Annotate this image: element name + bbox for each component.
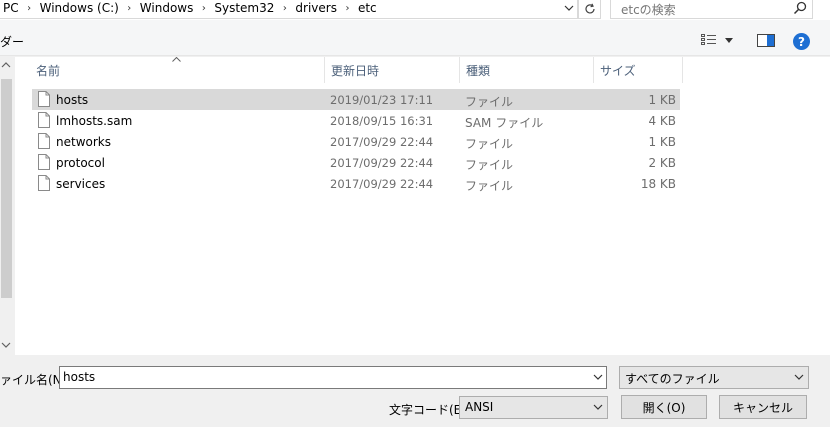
file-size: 1 KB — [648, 93, 676, 107]
column-header-name[interactable]: 名前 — [30, 57, 324, 83]
file-type: ファイル — [465, 137, 514, 151]
details-view-icon — [701, 34, 716, 45]
nav-pane-scrollbar[interactable] — [0, 57, 13, 355]
file-size: 4 KB — [648, 114, 676, 128]
help-icon[interactable]: ? — [793, 33, 810, 50]
file-type-filter-select[interactable]: すべてのファイル — [619, 366, 809, 389]
crumb-system32[interactable]: System32 — [214, 1, 274, 15]
chevron-down-icon[interactable] — [592, 371, 604, 383]
filename-input[interactable]: hosts — [59, 366, 607, 389]
chevron-down-icon — [593, 404, 603, 410]
file-name: services — [56, 177, 106, 191]
chevron-right-icon[interactable]: › — [274, 3, 295, 14]
refresh-icon — [584, 3, 595, 13]
file-date: 2019/01/23 17:11 — [330, 93, 434, 107]
file-date: 2017/09/29 22:44 — [330, 135, 434, 149]
refresh-button[interactable] — [578, 0, 601, 19]
file-type-filter-value: すべてのファイル — [625, 372, 720, 386]
search-icon[interactable] — [793, 1, 807, 15]
file-icon — [38, 133, 50, 149]
crumb-windows-c[interactable]: Windows (C:) — [40, 1, 119, 15]
file-date: 2017/09/29 22:44 — [330, 156, 434, 170]
file-type: SAM ファイル — [465, 116, 544, 130]
file-icon — [38, 154, 50, 170]
file-list: 名前 更新日時 種類 サイズ hosts 2019/01/23 17:11 ファ… — [15, 56, 830, 355]
caret-down-icon — [725, 37, 733, 43]
breadcrumb: PC › Windows (C:) › Windows › System32 ›… — [3, 1, 377, 15]
open-button[interactable]: 開く(O) — [621, 395, 707, 419]
cancel-button[interactable]: キャンセル — [719, 395, 807, 419]
column-header-size[interactable]: サイズ — [594, 57, 682, 83]
file-type: ファイル — [465, 95, 514, 109]
scroll-down-icon[interactable] — [1, 341, 11, 351]
file-name: networks — [56, 135, 111, 149]
file-row-lmhosts[interactable]: lmhosts.sam 2018/09/15 16:31 SAM ファイル 4 … — [32, 110, 680, 131]
scroll-up-icon[interactable] — [1, 61, 11, 71]
crumb-etc[interactable]: etc — [358, 1, 377, 15]
dialog-footer: ァイル名(N): hosts すべてのファイル 文字コード(E): ANSI 開… — [0, 355, 830, 427]
file-name: protocol — [56, 156, 105, 170]
file-row-protocol[interactable]: protocol 2017/09/29 22:44 ファイル 2 KB — [32, 152, 680, 173]
file-row-services[interactable]: services 2017/09/29 22:44 ファイル 18 KB — [32, 173, 680, 194]
file-date: 2018/09/15 16:31 — [330, 114, 434, 128]
change-view-button[interactable] — [701, 33, 739, 47]
search-input[interactable]: etcの検索 — [610, 0, 813, 19]
scrollbar-thumb[interactable] — [1, 79, 12, 298]
file-row-networks[interactable]: networks 2017/09/29 22:44 ファイル 1 KB — [32, 131, 680, 152]
chevron-right-icon[interactable]: › — [193, 3, 214, 14]
file-icon — [38, 175, 50, 191]
chevron-right-icon[interactable]: › — [337, 3, 358, 14]
new-folder-button[interactable]: ダー — [0, 33, 24, 50]
file-size: 1 KB — [648, 135, 676, 149]
file-date: 2017/09/29 22:44 — [330, 177, 434, 191]
chevron-right-icon[interactable]: › — [119, 3, 140, 14]
filename-value: hosts — [63, 370, 96, 384]
file-name: lmhosts.sam — [56, 114, 133, 128]
file-name: hosts — [56, 93, 89, 107]
column-divider[interactable] — [682, 57, 683, 83]
address-dropdown-icon[interactable] — [560, 0, 577, 17]
column-header-date[interactable]: 更新日時 — [325, 57, 459, 83]
search-placeholder: etcの検索 — [621, 3, 676, 17]
address-row: PC › Windows (C:) › Windows › System32 ›… — [0, 0, 830, 20]
encoding-label: 文字コード(E): — [389, 403, 470, 417]
file-size: 2 KB — [648, 156, 676, 170]
file-icon — [38, 91, 50, 107]
crumb-windows[interactable]: Windows — [140, 1, 194, 15]
address-bar[interactable]: PC › Windows (C:) › Windows › System32 ›… — [0, 0, 578, 19]
preview-pane-icon[interactable] — [757, 34, 775, 47]
encoding-value: ANSI — [465, 400, 494, 414]
file-type: ファイル — [465, 179, 514, 193]
encoding-select[interactable]: ANSI — [459, 396, 608, 419]
column-header-type[interactable]: 種類 — [460, 57, 593, 83]
toolbar: ダー ? — [0, 20, 830, 56]
crumb-pc[interactable]: PC — [3, 1, 19, 15]
chevron-right-icon[interactable]: › — [19, 3, 40, 14]
file-type: ファイル — [465, 158, 514, 172]
crumb-drivers[interactable]: drivers — [295, 1, 337, 15]
file-icon — [38, 112, 50, 128]
chevron-down-icon — [794, 374, 804, 380]
file-row-hosts[interactable]: hosts 2019/01/23 17:11 ファイル 1 KB — [32, 89, 680, 110]
file-size: 18 KB — [640, 177, 676, 191]
column-headers: 名前 更新日時 種類 サイズ — [15, 56, 830, 83]
